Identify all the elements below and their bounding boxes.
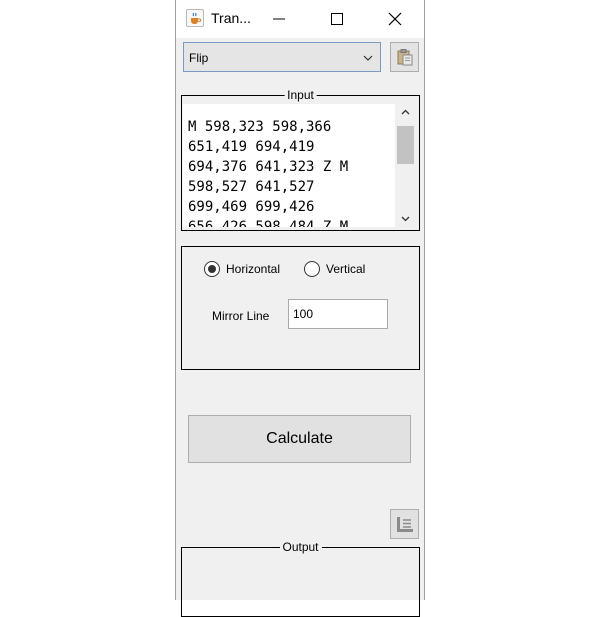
mirror-line-label: Mirror Line	[212, 309, 270, 323]
input-line: 598,527 641,527	[188, 179, 315, 195]
chevron-down-icon	[363, 55, 373, 61]
mirror-line-input[interactable]	[288, 299, 388, 329]
transform-window: Tran... Flip Input M 598,323 598,366 651…	[175, 0, 425, 617]
copy-output-button[interactable]	[390, 509, 419, 539]
scroll-thumb[interactable]	[397, 126, 414, 164]
minimize-button[interactable]	[256, 0, 302, 38]
clipboard-paste-icon	[397, 49, 413, 66]
window-title: Tran...	[211, 10, 251, 26]
input-group: Input M 598,323 598,366 651,419 694,419 …	[181, 88, 420, 231]
input-line: 656,426 598,484 Z M	[188, 219, 349, 227]
output-group-title: Output	[279, 540, 322, 554]
scroll-up-arrow-icon[interactable]	[401, 109, 410, 115]
input-line: 699,469 699,426	[188, 199, 315, 215]
copy-output-icon	[397, 517, 413, 532]
close-icon	[388, 12, 402, 26]
transform-type-select[interactable]: Flip	[183, 42, 381, 72]
flip-options-panel: Horizontal Vertical Mirror Line	[181, 246, 420, 370]
input-line: 694,376 641,323 Z M	[188, 159, 349, 175]
title-bar[interactable]: Tran...	[176, 0, 424, 38]
input-line: 651,419 694,419	[188, 139, 315, 155]
input-line: M 598,323 598,366	[188, 119, 332, 135]
paste-button[interactable]	[390, 42, 419, 72]
maximize-button[interactable]	[314, 0, 360, 38]
scroll-down-arrow-icon[interactable]	[401, 216, 410, 222]
calculate-button[interactable]: Calculate	[188, 415, 411, 463]
horizontal-radio-button[interactable]	[204, 261, 220, 277]
input-textarea[interactable]: M 598,323 598,366 651,419 694,419 694,37…	[183, 104, 395, 227]
output-group: Output	[181, 540, 420, 617]
input-scrollbar[interactable]	[396, 104, 415, 227]
maximize-icon	[331, 13, 343, 25]
input-group-title: Input	[284, 88, 317, 102]
horizontal-radio-label: Horizontal	[226, 262, 281, 276]
close-button[interactable]	[372, 0, 418, 38]
java-cup-icon	[186, 9, 204, 27]
transform-type-value: Flip	[189, 51, 209, 65]
vertical-radio-label: Vertical	[326, 262, 366, 276]
vertical-radio-button[interactable]	[304, 261, 320, 277]
minimize-icon	[273, 18, 285, 20]
radio-selected-dot	[208, 265, 216, 273]
